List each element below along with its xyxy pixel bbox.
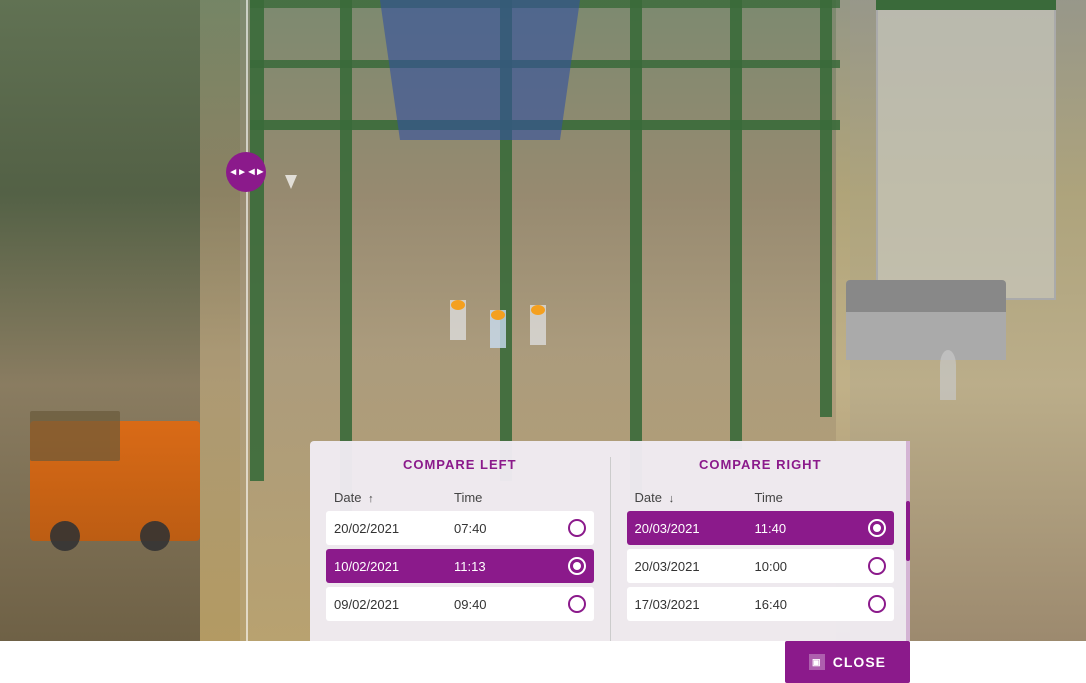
right-row-2-date: 20/03/2021 bbox=[635, 559, 755, 574]
radio-selected-dot bbox=[573, 562, 581, 570]
right-date-sort[interactable]: ↓ bbox=[669, 493, 675, 505]
wheel-1 bbox=[50, 521, 80, 551]
compare-left-title: COMPARE LEFT bbox=[326, 457, 594, 472]
left-row-2-time: 11:13 bbox=[454, 559, 564, 574]
right-table-header: Date ↓ Time bbox=[627, 484, 895, 511]
compare-right-title: COMPARE RIGHT bbox=[627, 457, 895, 472]
modal-columns: COMPARE LEFT Date ↑ Time 20/02/2021 07:4… bbox=[310, 457, 910, 641]
steel-frame-v2 bbox=[340, 0, 352, 513]
left-row-3-date: 09/02/2021 bbox=[334, 597, 454, 612]
left-row-3-time: 09:40 bbox=[454, 597, 564, 612]
right-row-1[interactable]: 20/03/2021 11:40 bbox=[627, 511, 895, 545]
right-date-header: Date ↓ bbox=[635, 490, 755, 505]
right-row-1-date: 20/03/2021 bbox=[635, 521, 755, 536]
left-scrollbar[interactable] bbox=[906, 441, 910, 641]
right-row-3-date: 17/03/2021 bbox=[635, 597, 755, 612]
background: ◄► COMPARE LEFT Date ↑ Time 20/02/2021 bbox=[0, 0, 1086, 641]
right-row-1-radio[interactable] bbox=[868, 519, 886, 537]
cursor bbox=[285, 175, 297, 193]
steel-frame-v4 bbox=[630, 0, 642, 500]
splitter-icon: ◄► bbox=[246, 166, 264, 178]
right-time-header: Time bbox=[755, 490, 887, 505]
close-button[interactable]: ▣ CLOSE bbox=[785, 641, 910, 683]
split-divider bbox=[246, 0, 248, 641]
close-button-label: CLOSE bbox=[833, 654, 886, 670]
radio-selected-dot-r bbox=[873, 524, 881, 532]
right-row-1-time: 11:40 bbox=[755, 521, 865, 536]
right-row-2-radio[interactable] bbox=[868, 557, 886, 575]
left-date-sort[interactable]: ↑ bbox=[368, 493, 374, 505]
right-row-2-time: 10:00 bbox=[755, 559, 865, 574]
building bbox=[876, 0, 1056, 300]
splitter-handle[interactable]: ◄► bbox=[226, 152, 266, 192]
left-row-3-radio[interactable] bbox=[568, 595, 586, 613]
left-row-2[interactable]: 10/02/2021 11:13 bbox=[326, 549, 594, 583]
left-row-2-radio[interactable] bbox=[568, 557, 586, 575]
left-row-2-date: 10/02/2021 bbox=[334, 559, 454, 574]
wheel-2 bbox=[140, 521, 170, 551]
left-row-3[interactable]: 09/02/2021 09:40 bbox=[326, 587, 594, 621]
left-row-1-date: 20/02/2021 bbox=[334, 521, 454, 536]
truck-right bbox=[846, 280, 1006, 360]
tarp bbox=[380, 0, 580, 140]
left-row-1-radio[interactable] bbox=[568, 519, 586, 537]
left-table-header: Date ↑ Time bbox=[326, 484, 594, 511]
steel-frame-v1 bbox=[250, 0, 264, 481]
truck-left-cab bbox=[30, 411, 120, 461]
left-date-header: Date ↑ bbox=[334, 490, 454, 505]
person-right bbox=[940, 350, 956, 400]
right-row-3-radio[interactable] bbox=[868, 595, 886, 613]
right-row-3[interactable]: 17/03/2021 16:40 bbox=[627, 587, 895, 621]
compare-left-col: COMPARE LEFT Date ↑ Time 20/02/2021 07:4… bbox=[310, 457, 611, 641]
building-top bbox=[876, 0, 1056, 10]
left-time-header: Time bbox=[454, 490, 586, 505]
left-scroll-thumb bbox=[906, 501, 910, 561]
worker-1 bbox=[450, 300, 466, 340]
worker-2 bbox=[490, 310, 506, 348]
left-row-1-time: 07:40 bbox=[454, 521, 564, 536]
close-icon: ▣ bbox=[809, 654, 825, 670]
compare-modal: COMPARE LEFT Date ↑ Time 20/02/2021 07:4… bbox=[310, 441, 910, 641]
worker-3 bbox=[530, 305, 546, 345]
right-row-3-time: 16:40 bbox=[755, 597, 865, 612]
compare-right-col: COMPARE RIGHT Date ↓ Time 20/03/2021 11:… bbox=[611, 457, 911, 641]
left-row-1[interactable]: 20/02/2021 07:40 bbox=[326, 511, 594, 545]
right-row-2[interactable]: 20/03/2021 10:00 bbox=[627, 549, 895, 583]
